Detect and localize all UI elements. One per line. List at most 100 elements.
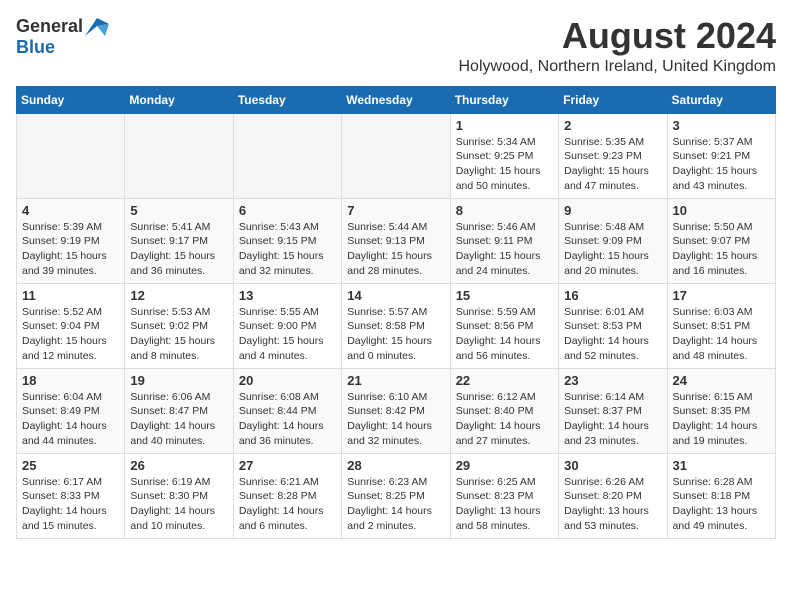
- day-info: Sunrise: 5:59 AM Sunset: 8:56 PM Dayligh…: [456, 305, 553, 364]
- day-number: 22: [456, 373, 553, 388]
- day-number: 25: [22, 458, 119, 473]
- calendar-day-cell: 9 Sunrise: 5:48 AM Sunset: 9:09 PM Daylig…: [559, 198, 667, 283]
- calendar-day-cell: [233, 113, 341, 198]
- day-info: Sunrise: 5:35 AM Sunset: 9:23 PM Dayligh…: [564, 135, 661, 194]
- day-number: 21: [347, 373, 444, 388]
- calendar-day-cell: 25 Sunrise: 6:17 AM Sunset: 8:33 PM Dayli…: [17, 453, 125, 538]
- day-number: 4: [22, 203, 119, 218]
- day-number: 19: [130, 373, 227, 388]
- day-number: 23: [564, 373, 661, 388]
- calendar-table: SundayMondayTuesdayWednesdayThursdayFrid…: [16, 86, 776, 539]
- day-number: 12: [130, 288, 227, 303]
- day-info: Sunrise: 5:52 AM Sunset: 9:04 PM Dayligh…: [22, 305, 119, 364]
- calendar-week-row: 4 Sunrise: 5:39 AM Sunset: 9:19 PM Daylig…: [17, 198, 776, 283]
- calendar-day-header: Thursday: [450, 86, 558, 113]
- day-info: Sunrise: 6:15 AM Sunset: 8:35 PM Dayligh…: [673, 390, 770, 449]
- calendar-day-cell: 18Sunrise: 6:04 AM Sunset: 8:49 PM Dayli…: [17, 368, 125, 453]
- day-info: Sunrise: 5:53 AM Sunset: 9:02 PM Dayligh…: [130, 305, 227, 364]
- calendar-day-cell: 8Sunrise: 5:46 AM Sunset: 9:11 PM Daylig…: [450, 198, 558, 283]
- day-info: Sunrise: 6:10 AM Sunset: 8:42 PM Dayligh…: [347, 390, 444, 449]
- day-number: 9: [564, 203, 661, 218]
- day-number: 11: [22, 288, 119, 303]
- calendar-day-cell: 30Sunrise: 6:26 AM Sunset: 8:20 PM Dayli…: [559, 453, 667, 538]
- calendar-day-cell: 19 Sunrise: 6:06 AM Sunset: 8:47 PM Dayli…: [125, 368, 233, 453]
- calendar-day-cell: 7 Sunrise: 5:44 AM Sunset: 9:13 PM Daylig…: [342, 198, 450, 283]
- logo-general-text: General: [16, 16, 83, 37]
- day-info: Sunrise: 5:44 AM Sunset: 9:13 PM Dayligh…: [347, 220, 444, 279]
- calendar-day-cell: 2 Sunrise: 5:35 AM Sunset: 9:23 PM Daylig…: [559, 113, 667, 198]
- day-number: 15: [456, 288, 553, 303]
- day-number: 8: [456, 203, 553, 218]
- day-info: Sunrise: 5:39 AM Sunset: 9:19 PM Dayligh…: [22, 220, 119, 279]
- day-info: Sunrise: 6:03 AM Sunset: 8:51 PM Dayligh…: [673, 305, 770, 364]
- calendar-day-cell: 24 Sunrise: 6:15 AM Sunset: 8:35 PM Dayli…: [667, 368, 775, 453]
- calendar-day-header: Tuesday: [233, 86, 341, 113]
- logo: General Blue: [16, 16, 109, 58]
- calendar-week-row: 25 Sunrise: 6:17 AM Sunset: 8:33 PM Dayli…: [17, 453, 776, 538]
- day-info: Sunrise: 6:06 AM Sunset: 8:47 PM Dayligh…: [130, 390, 227, 449]
- location-subtitle: Holywood, Northern Ireland, United Kingd…: [459, 58, 777, 76]
- day-info: Sunrise: 5:43 AM Sunset: 9:15 PM Dayligh…: [239, 220, 336, 279]
- day-number: 27: [239, 458, 336, 473]
- day-info: Sunrise: 6:12 AM Sunset: 8:40 PM Dayligh…: [456, 390, 553, 449]
- calendar-day-cell: 23 Sunrise: 6:14 AM Sunset: 8:37 PM Dayli…: [559, 368, 667, 453]
- day-info: Sunrise: 5:41 AM Sunset: 9:17 PM Dayligh…: [130, 220, 227, 279]
- day-number: 30: [564, 458, 661, 473]
- calendar-day-cell: 10Sunrise: 5:50 AM Sunset: 9:07 PM Dayli…: [667, 198, 775, 283]
- day-info: Sunrise: 5:48 AM Sunset: 9:09 PM Dayligh…: [564, 220, 661, 279]
- day-info: Sunrise: 5:37 AM Sunset: 9:21 PM Dayligh…: [673, 135, 770, 194]
- calendar-day-header: Sunday: [17, 86, 125, 113]
- calendar-day-cell: [342, 113, 450, 198]
- calendar-day-cell: 1 Sunrise: 5:34 AM Sunset: 9:25 PM Daylig…: [450, 113, 558, 198]
- day-info: Sunrise: 6:19 AM Sunset: 8:30 PM Dayligh…: [130, 475, 227, 534]
- calendar-day-cell: 21 Sunrise: 6:10 AM Sunset: 8:42 PM Dayli…: [342, 368, 450, 453]
- day-number: 26: [130, 458, 227, 473]
- calendar-day-cell: 15 Sunrise: 5:59 AM Sunset: 8:56 PM Dayli…: [450, 283, 558, 368]
- calendar-day-cell: 3 Sunrise: 5:37 AM Sunset: 9:21 PM Daylig…: [667, 113, 775, 198]
- day-number: 2: [564, 118, 661, 133]
- day-number: 5: [130, 203, 227, 218]
- calendar-header-row: SundayMondayTuesdayWednesdayThursdayFrid…: [17, 86, 776, 113]
- day-number: 17: [673, 288, 770, 303]
- day-number: 13: [239, 288, 336, 303]
- calendar-week-row: 18Sunrise: 6:04 AM Sunset: 8:49 PM Dayli…: [17, 368, 776, 453]
- calendar-day-cell: [17, 113, 125, 198]
- day-number: 28: [347, 458, 444, 473]
- calendar-day-cell: 29 Sunrise: 6:25 AM Sunset: 8:23 PM Dayli…: [450, 453, 558, 538]
- calendar-week-row: 11 Sunrise: 5:52 AM Sunset: 9:04 PM Dayli…: [17, 283, 776, 368]
- day-number: 14: [347, 288, 444, 303]
- calendar-day-cell: 17 Sunrise: 6:03 AM Sunset: 8:51 PM Dayli…: [667, 283, 775, 368]
- calendar-day-cell: 28 Sunrise: 6:23 AM Sunset: 8:25 PM Dayli…: [342, 453, 450, 538]
- day-info: Sunrise: 6:04 AM Sunset: 8:49 PM Dayligh…: [22, 390, 119, 449]
- day-info: Sunrise: 6:23 AM Sunset: 8:25 PM Dayligh…: [347, 475, 444, 534]
- header: General Blue August 2024 Holywood, North…: [16, 16, 776, 76]
- day-info: Sunrise: 5:57 AM Sunset: 8:58 PM Dayligh…: [347, 305, 444, 364]
- day-info: Sunrise: 5:55 AM Sunset: 9:00 PM Dayligh…: [239, 305, 336, 364]
- calendar-week-row: 1 Sunrise: 5:34 AM Sunset: 9:25 PM Daylig…: [17, 113, 776, 198]
- calendar-day-cell: 20Sunrise: 6:08 AM Sunset: 8:44 PM Dayli…: [233, 368, 341, 453]
- day-info: Sunrise: 6:17 AM Sunset: 8:33 PM Dayligh…: [22, 475, 119, 534]
- calendar-day-cell: 27Sunrise: 6:21 AM Sunset: 8:28 PM Dayli…: [233, 453, 341, 538]
- calendar-day-cell: 5 Sunrise: 5:41 AM Sunset: 9:17 PM Daylig…: [125, 198, 233, 283]
- day-number: 3: [673, 118, 770, 133]
- title-section: August 2024 Holywood, Northern Ireland, …: [459, 16, 777, 76]
- calendar-day-header: Wednesday: [342, 86, 450, 113]
- day-info: Sunrise: 5:34 AM Sunset: 9:25 PM Dayligh…: [456, 135, 553, 194]
- calendar-day-cell: 11 Sunrise: 5:52 AM Sunset: 9:04 PM Dayli…: [17, 283, 125, 368]
- day-number: 6: [239, 203, 336, 218]
- logo-blue-text: Blue: [16, 37, 55, 58]
- day-info: Sunrise: 5:50 AM Sunset: 9:07 PM Dayligh…: [673, 220, 770, 279]
- day-info: Sunrise: 6:14 AM Sunset: 8:37 PM Dayligh…: [564, 390, 661, 449]
- day-number: 20: [239, 373, 336, 388]
- calendar-day-cell: 16Sunrise: 6:01 AM Sunset: 8:53 PM Dayli…: [559, 283, 667, 368]
- calendar-day-header: Monday: [125, 86, 233, 113]
- calendar-day-cell: 26 Sunrise: 6:19 AM Sunset: 8:30 PM Dayli…: [125, 453, 233, 538]
- day-info: Sunrise: 6:25 AM Sunset: 8:23 PM Dayligh…: [456, 475, 553, 534]
- day-number: 7: [347, 203, 444, 218]
- calendar-day-cell: 14 Sunrise: 5:57 AM Sunset: 8:58 PM Dayli…: [342, 283, 450, 368]
- calendar-day-cell: [125, 113, 233, 198]
- day-number: 1: [456, 118, 553, 133]
- day-info: Sunrise: 6:01 AM Sunset: 8:53 PM Dayligh…: [564, 305, 661, 364]
- day-number: 24: [673, 373, 770, 388]
- day-number: 29: [456, 458, 553, 473]
